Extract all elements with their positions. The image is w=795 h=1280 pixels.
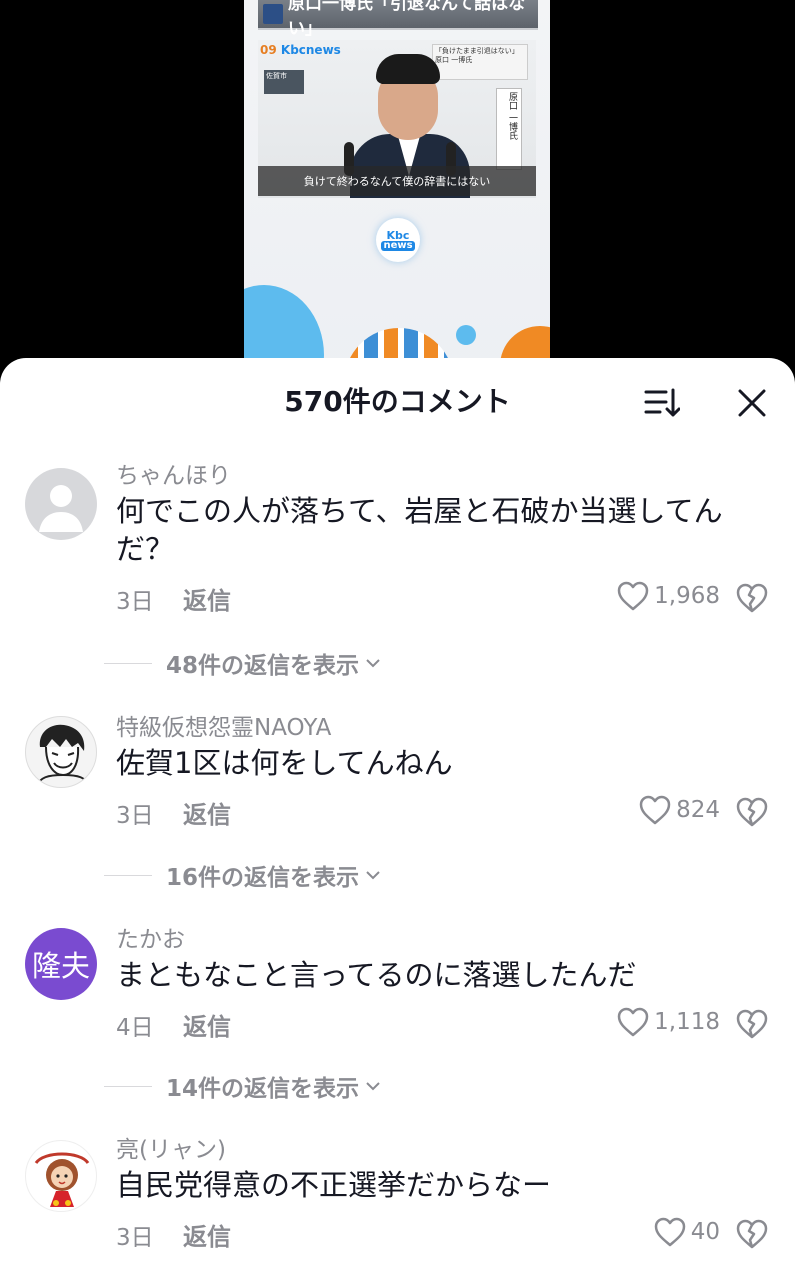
video-subtitle: 負けて終わるなんて僕の辞書にはない (258, 166, 536, 196)
avatar[interactable] (25, 1140, 97, 1212)
heart-icon (639, 795, 671, 825)
default-avatar-icon (39, 485, 83, 532)
like-count: 824 (676, 797, 720, 823)
kbc-mini-logo (263, 4, 283, 24)
comment-text: 何でこの人が落ちて、岩屋と石破か当選してんだ？ (116, 494, 723, 566)
headline-text: 原口一博氏「引退なんて話はない」 (288, 0, 526, 39)
like-button[interactable]: 1,118 (600, 1006, 720, 1038)
like-button[interactable]: 1,968 (600, 580, 720, 612)
heart-icon (654, 1217, 685, 1247)
heart-icon (617, 1007, 649, 1037)
heart-icon (617, 581, 649, 611)
reply-button[interactable]: 返信 (183, 1007, 231, 1042)
reply-button[interactable]: 返信 (183, 1217, 231, 1252)
broken-heart-icon[interactable] (735, 582, 769, 616)
broken-heart-icon[interactable] (735, 1008, 769, 1042)
video-frame: 原口一博氏「引退なんて話はない」 09 Kbcnews 「負けたまま引退はない」… (244, 0, 550, 400)
like-button[interactable]: 40 (600, 1216, 720, 1248)
like-count: 40 (690, 1219, 720, 1245)
view-replies-button[interactable]: 16件の返信を表示 (104, 858, 381, 892)
comment-text: 自民党得意の不正選挙だからなー (116, 1168, 552, 1202)
kbc-logo: Kbc news (376, 218, 420, 262)
like-button[interactable]: 824 (600, 794, 720, 826)
broken-heart-icon[interactable] (735, 1218, 769, 1252)
chevron-down-icon (366, 1082, 380, 1091)
location-label: 佐賀市 (264, 70, 304, 94)
comment-username[interactable]: たかお (116, 920, 185, 954)
chevron-down-icon (366, 659, 380, 668)
reply-button[interactable]: 返信 (183, 581, 231, 616)
view-replies-button[interactable]: 48件の返信を表示 (104, 646, 381, 680)
avatar[interactable] (25, 716, 97, 788)
divider (104, 662, 152, 664)
comment-date: 3日 (116, 589, 154, 615)
broken-heart-icon[interactable] (735, 796, 769, 830)
divider (104, 874, 152, 876)
chevron-down-icon (366, 871, 380, 880)
video-player[interactable]: 原口一博氏「引退なんて話はない」 09 Kbcnews 「負けたまま引退はない」… (0, 0, 795, 400)
comment-username[interactable]: 亮(リャン) (116, 1130, 226, 1164)
comment-date: 3日 (116, 803, 154, 829)
comment-date: 3日 (116, 1225, 154, 1251)
avatar[interactable] (25, 468, 97, 540)
comment-date: 4日 (116, 1015, 154, 1041)
view-replies-button[interactable]: 14件の返信を表示 (104, 1069, 381, 1103)
reply-button[interactable]: 返信 (183, 795, 231, 830)
comments-sheet: 570件のコメント ちゃんほり 何でこの人が落ちて、岩屋と石破か当選してんだ？ … (0, 358, 795, 1280)
character-avatar-icon (34, 1152, 90, 1207)
like-count: 1,118 (654, 1009, 720, 1035)
comment-username[interactable]: ちゃんほり (116, 456, 231, 490)
sort-icon[interactable] (644, 386, 681, 420)
decor-shape (456, 325, 476, 345)
channel-label: 09 Kbcnews (260, 43, 341, 57)
comment-text: まともなこと言ってるのに落選したんだ (116, 958, 637, 992)
name-plate: 原口 一博氏 (496, 88, 522, 170)
video-headline: 原口一博氏「引退なんて話はない」 (258, 0, 538, 39)
like-count: 1,968 (654, 583, 720, 609)
video-still: 09 Kbcnews 「負けたまま引退はない」 原口 一博氏 佐賀市 原口 一博… (258, 40, 536, 198)
close-icon[interactable] (735, 386, 769, 420)
comment-text: 佐賀1区は何をしてんねん (116, 746, 453, 780)
manga-avatar-icon (35, 724, 91, 787)
divider (104, 1085, 152, 1087)
avatar[interactable]: 隆夫 (25, 928, 97, 1000)
comment-username[interactable]: 特級仮想怨霊NAOYA (116, 708, 331, 742)
